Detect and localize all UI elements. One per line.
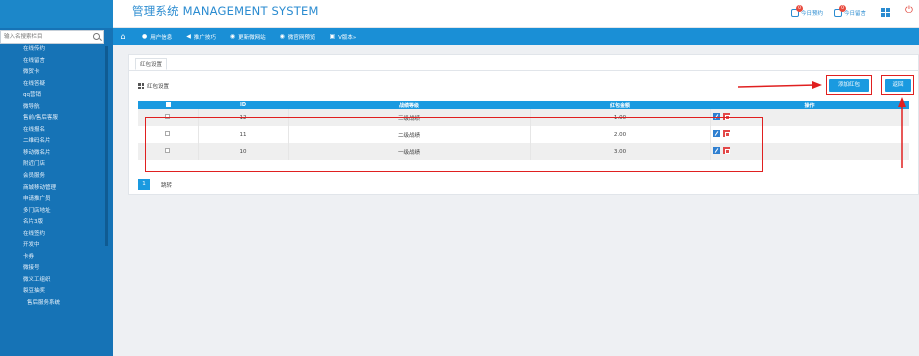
- top-nav: ⌂ ● 用户信息 ◀ 推广技巧 ◉ 更新微网站 ◉ 微官网预览 ▣ V版本»: [113, 28, 919, 45]
- today-messages-label: 今日留言: [844, 11, 867, 17]
- user-icon: 0: [791, 5, 803, 17]
- sidebar-item[interactable]: 附近门店: [0, 159, 104, 171]
- megaphone-icon: ◀: [186, 33, 191, 40]
- sidebar-search: [0, 30, 104, 44]
- today-messages-link[interactable]: 0 今日留言: [834, 5, 867, 20]
- globe-icon: ◉: [229, 33, 236, 40]
- sidebar-item[interactable]: 在线签约: [0, 229, 104, 241]
- sidebar-scrollbar[interactable]: [105, 46, 108, 246]
- nav-label: V版本»: [338, 34, 357, 41]
- column-header: 红包金额: [609, 102, 630, 109]
- version-icon: ▣: [329, 33, 336, 40]
- sidebar-item[interactable]: qq营销: [0, 90, 104, 102]
- sidebar-item[interactable]: 申请推广员: [0, 194, 104, 206]
- rows-highlight-box: [145, 117, 763, 172]
- sidebar-item[interactable]: 商城移动管理: [0, 183, 104, 195]
- today-appointments-link[interactable]: 0 今日预约: [791, 5, 824, 20]
- nav-label: 推广技巧: [193, 34, 216, 41]
- column-header: 战绩等级: [398, 102, 419, 109]
- select-all-checkbox[interactable]: [165, 101, 171, 107]
- grid-icon[interactable]: [881, 8, 890, 17]
- sidebar-subitem[interactable]: 售后服务系统: [0, 298, 104, 310]
- sidebar-item[interactable]: 微贺卡: [0, 67, 104, 79]
- nav-label: 更新微网站: [238, 34, 266, 41]
- nav-promo-tips[interactable]: ◀ 推广技巧: [186, 33, 216, 41]
- nav-label: 微官网预览: [287, 34, 316, 41]
- home-icon[interactable]: ⌂: [118, 28, 128, 45]
- tab-red-packet-settings[interactable]: 红包设置: [135, 58, 168, 70]
- nav-user-info[interactable]: ● 用户信息: [142, 33, 172, 41]
- add-button-highlight-box: [826, 75, 872, 95]
- table-header-row: ID 战绩等级 红包金额 操作: [138, 101, 909, 109]
- sidebar-item[interactable]: 在线传约: [0, 44, 104, 56]
- logo-area: [0, 0, 113, 28]
- system-title: 管理系统 MANAGEMENT SYSTEM: [132, 4, 319, 18]
- sidebar-item[interactable]: 微接号: [0, 263, 104, 275]
- sidebar-item[interactable]: 开发中: [0, 240, 104, 252]
- sidebar-menu: 在线传约 在线留言 微贺卡 在线答疑 qq营销 微导航 售前/售后客服 在线报名…: [0, 44, 104, 310]
- back-button-highlight-box: [881, 75, 914, 95]
- search-icon[interactable]: [93, 33, 100, 40]
- column-header: ID: [239, 102, 246, 108]
- sidebar-item[interactable]: 在线答疑: [0, 79, 104, 91]
- sidebar-item[interactable]: 在线报名: [0, 125, 104, 137]
- eye-icon: ◉: [279, 33, 285, 40]
- sidebar-item[interactable]: 微义工组织: [0, 275, 104, 287]
- sidebar-item[interactable]: 多门店地址: [0, 206, 104, 218]
- sidebar-item[interactable]: 卡券: [0, 252, 104, 264]
- sidebar-item[interactable]: 二维码名片: [0, 136, 104, 148]
- grid-icon: [138, 83, 144, 89]
- sidebar-item[interactable]: 售前/售后客服: [0, 113, 104, 125]
- nav-update-site[interactable]: ◉ 更新微网站: [230, 33, 266, 41]
- column-header: 操作: [804, 102, 815, 109]
- nav-site-preview[interactable]: ◉ 微官网预览: [280, 33, 316, 41]
- page-jump-link[interactable]: 跳转: [161, 181, 172, 189]
- sidebar-item[interactable]: 会员服务: [0, 171, 104, 183]
- section-title: 红包设置: [138, 82, 169, 90]
- pagination: 1 跳转: [138, 179, 172, 190]
- select-all-header[interactable]: [138, 101, 198, 109]
- section-title-label: 红包设置: [147, 84, 170, 90]
- sidebar-item[interactable]: 微导航: [0, 102, 104, 114]
- sidebar-item[interactable]: 裂豆抽奖: [0, 286, 104, 298]
- nav-version[interactable]: ▣ V版本»: [329, 33, 356, 41]
- search-input[interactable]: [1, 31, 91, 43]
- appointments-badge: 0: [796, 5, 803, 12]
- exit-icon[interactable]: ⏻: [905, 6, 913, 16]
- tab-divider: [129, 70, 918, 71]
- user-icon: ●: [142, 33, 148, 40]
- sidebar-item[interactable]: 在线留言: [0, 56, 104, 68]
- message-icon: 0: [834, 5, 846, 17]
- page-number-button[interactable]: 1: [138, 179, 150, 190]
- messages-badge: 0: [839, 5, 846, 12]
- nav-label: 用户信息: [150, 34, 173, 41]
- header: 管理系统 MANAGEMENT SYSTEM 0 今日预约 0 今日留言 ⏻: [0, 0, 919, 28]
- sidebar-item[interactable]: 名片3版: [0, 217, 104, 229]
- sidebar-item[interactable]: 移动微名片: [0, 148, 104, 160]
- today-appointments-label: 今日预约: [801, 11, 824, 17]
